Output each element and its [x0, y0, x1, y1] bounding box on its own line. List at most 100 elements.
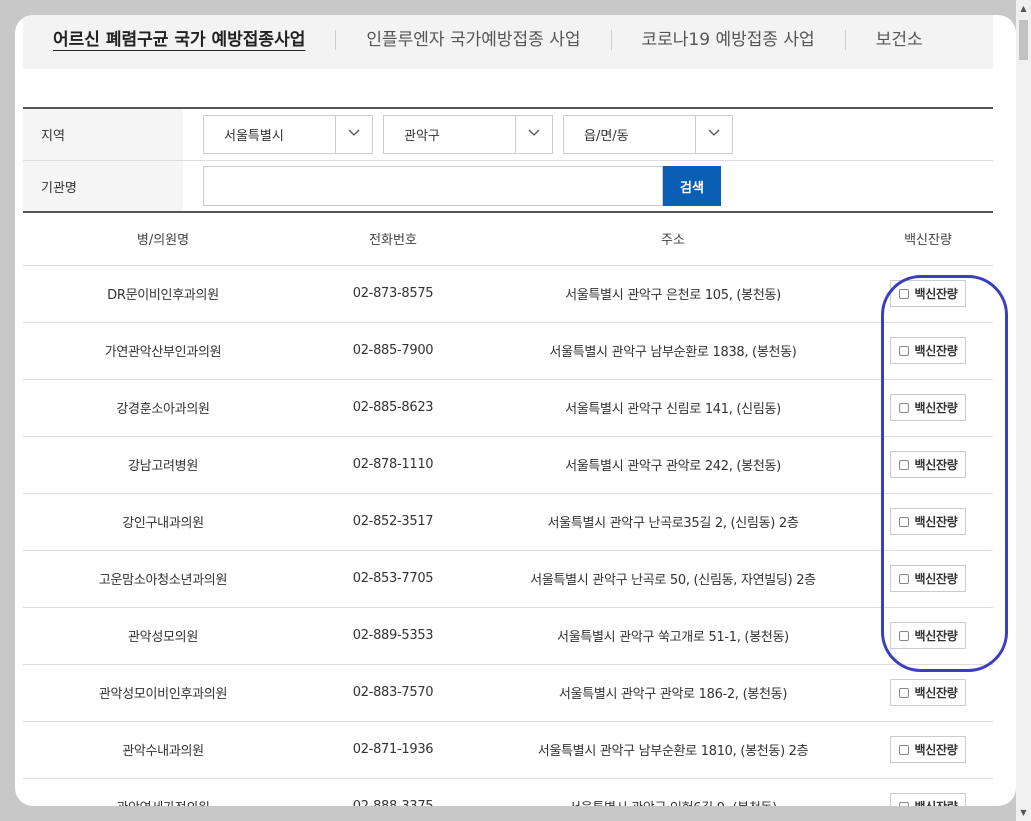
clinic-address: 서울특별시 관악구 은천로 105, (봉천동) [483, 265, 863, 323]
table-row: 관악성모의원 02-889-5353 서울특별시 관악구 쑥고개로 51-1, (봉… [23, 607, 993, 665]
tab-covid19[interactable]: 코로나19 예방접종 사업 [610, 30, 845, 50]
vaccine-cell: 백신잔량 [863, 607, 993, 665]
checkbox-icon [898, 402, 909, 413]
vaccine-cell: 백신잔량 [863, 436, 993, 494]
search-button[interactable]: 검색 [663, 166, 721, 206]
table-row: 가연관악산부인과의원 02-885-7900 서울특별시 관악구 남부순환로 183… [23, 322, 993, 380]
checkbox-icon [898, 288, 909, 299]
table-body: DR문이비인후과의원 02-873-8575 서울특별시 관악구 은천로 105, … [23, 265, 993, 806]
vaccine-stock-label: 백신잔량 [914, 458, 958, 472]
vaccine-stock-button[interactable]: 백신잔량 [889, 622, 967, 649]
clinic-address: 서울특별시 관악구 난곡로35길 2, (신림동) 2층 [483, 493, 863, 551]
org-row: 기관명 검색 [23, 160, 993, 211]
chevron-down-icon [528, 129, 540, 136]
sigungu-select[interactable]: 관악구 [383, 115, 553, 154]
scroll-up-arrow-icon[interactable]: ▲ [1016, 0, 1031, 17]
table-row: 관악성모이비인후과의원 02-883-7570 서울특별시 관악구 관악로 186-… [23, 664, 993, 722]
region-row: 지역 서울특별시 관악구 읍/면/동 [23, 109, 993, 160]
clinic-name: 관악성모의원 [23, 607, 303, 665]
scrollbar[interactable]: ▲ ▼ [1016, 0, 1031, 821]
search-filters: 지역 서울특별시 관악구 읍/면/동 기관명 검색 [23, 107, 993, 213]
dong-select[interactable]: 읍/면/동 [563, 115, 733, 154]
clinic-address: 서울특별시 관악구 남부순환로 1810, (봉천동) 2층 [483, 721, 863, 779]
vaccine-stock-button[interactable]: 백신잔량 [889, 394, 967, 421]
clinic-name: 관악수내과의원 [23, 721, 303, 779]
tab-influenza[interactable]: 인플루엔자 국가예방접종 사업 [335, 30, 610, 50]
vaccine-stock-button[interactable]: 백신잔량 [889, 508, 967, 535]
scroll-thumb[interactable] [1019, 20, 1028, 60]
vaccine-stock-label: 백신잔량 [914, 629, 958, 643]
checkbox-icon [898, 630, 909, 641]
clinic-phone: 02-885-7900 [303, 322, 483, 380]
vaccine-stock-button[interactable]: 백신잔량 [889, 451, 967, 478]
table-row: 강인구내과의원 02-852-3517 서울특별시 관악구 난곡로35길 2, (신… [23, 493, 993, 551]
vaccine-stock-button[interactable]: 백신잔량 [889, 280, 967, 307]
clinic-phone: 02-883-7570 [303, 664, 483, 722]
select-divider [695, 116, 696, 153]
clinic-name: 관악연세가정의원 [23, 778, 303, 806]
vaccine-cell: 백신잔량 [863, 550, 993, 608]
clinic-phone: 02-885-8623 [303, 379, 483, 437]
vaccine-cell: 백신잔량 [863, 721, 993, 779]
clinic-phone: 02-853-7705 [303, 550, 483, 608]
vaccine-stock-label: 백신잔량 [914, 344, 958, 358]
clinic-address: 서울특별시 관악구 신림로 141, (신림동) [483, 379, 863, 437]
table-row: 고운맘소아청소년과의원 02-853-7705 서울특별시 관악구 난곡로 50, … [23, 550, 993, 608]
header-phone: 전화번호 [303, 213, 483, 266]
checkbox-icon [898, 801, 909, 806]
clinic-phone: 02-852-3517 [303, 493, 483, 551]
clinic-phone: 02-873-8575 [303, 265, 483, 323]
vaccine-stock-button[interactable]: 백신잔량 [889, 337, 967, 364]
checkbox-icon [898, 459, 909, 470]
vaccine-stock-button[interactable]: 백신잔량 [889, 679, 967, 706]
vaccine-cell: 백신잔량 [863, 322, 993, 380]
clinic-name: 강경훈소아과의원 [23, 379, 303, 437]
vaccine-stock-label: 백신잔량 [914, 743, 958, 757]
vaccine-stock-button[interactable]: 백신잔량 [889, 793, 967, 806]
select-divider [515, 116, 516, 153]
table-row: DR문이비인후과의원 02-873-8575 서울특별시 관악구 은천로 105, … [23, 265, 993, 323]
vaccine-cell: 백신잔량 [863, 664, 993, 722]
top-nav: 어르신 폐렴구균 국가 예방접종사업 인플루엔자 국가예방접종 사업 코로나19… [23, 15, 993, 69]
table-row: 관악수내과의원 02-871-1936 서울특별시 관악구 남부순환로 1810, … [23, 721, 993, 779]
vaccine-stock-label: 백신잔량 [914, 401, 958, 415]
vaccine-stock-label: 백신잔량 [914, 572, 958, 586]
org-name-input[interactable] [203, 166, 663, 206]
vaccine-cell: 백신잔량 [863, 778, 993, 806]
checkbox-icon [898, 744, 909, 755]
checkbox-icon [898, 345, 909, 356]
chevron-down-icon [708, 129, 720, 136]
vaccine-stock-label: 백신잔량 [914, 515, 958, 529]
clinic-address: 서울특별시 관악구 관악로 186-2, (봉천동) [483, 664, 863, 722]
clinic-address: 서울특별시 관악구 인헌6길 9, (봉천동) [483, 778, 863, 806]
vaccine-stock-label: 백신잔량 [914, 287, 958, 301]
org-controls: 검색 [183, 166, 721, 206]
region-label: 지역 [23, 109, 183, 160]
tab-pneumococcal[interactable]: 어르신 폐렴구균 국가 예방접종사업 [45, 30, 335, 50]
vaccine-cell: 백신잔량 [863, 493, 993, 551]
header-address: 주소 [483, 213, 863, 266]
select-divider [335, 116, 336, 153]
vaccine-stock-button[interactable]: 백신잔량 [889, 736, 967, 763]
tab-health-center[interactable]: 보건소 [844, 30, 953, 50]
clinic-phone: 02-878-1110 [303, 436, 483, 494]
clinic-name: DR문이비인후과의원 [23, 265, 303, 323]
vaccine-stock-label: 백신잔량 [914, 686, 958, 700]
clinic-name: 고운맘소아청소년과의원 [23, 550, 303, 608]
header-name: 병/의원명 [23, 213, 303, 266]
table-row: 관악연세가정의원02-888-3375서울특별시 관악구 인헌6길 9, (봉천… [23, 778, 993, 806]
sido-value: 서울특별시 [224, 129, 284, 144]
sido-select[interactable]: 서울특별시 [203, 115, 373, 154]
chevron-down-icon [348, 129, 360, 136]
dong-value: 읍/면/동 [584, 129, 629, 144]
clinic-name: 강인구내과의원 [23, 493, 303, 551]
clinic-name: 관악성모이비인후과의원 [23, 664, 303, 722]
vaccine-stock-button[interactable]: 백신잔량 [889, 565, 967, 592]
content-card: 어르신 폐렴구균 국가 예방접종사업 인플루엔자 국가예방접종 사업 코로나19… [15, 15, 1016, 806]
clinic-table: 병/의원명 전화번호 주소 백신잔량 DR문이비인후과의원 02-873-8575… [23, 213, 993, 806]
table-header-row: 병/의원명 전화번호 주소 백신잔량 [23, 213, 993, 266]
checkbox-icon [898, 516, 909, 527]
region-selects: 서울특별시 관악구 읍/면/동 [183, 115, 733, 154]
scroll-down-arrow-icon[interactable]: ▼ [1016, 804, 1031, 821]
clinic-address: 서울특별시 관악구 난곡로 50, (신림동, 자연빌딩) 2층 [483, 550, 863, 608]
